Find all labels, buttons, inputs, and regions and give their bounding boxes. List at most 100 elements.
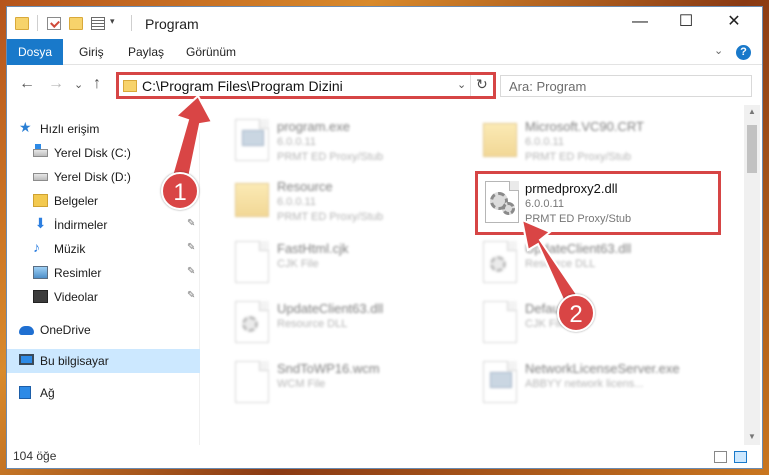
exe-icon: [235, 119, 269, 161]
cloud-icon: [19, 326, 34, 335]
sidebar-item-network[interactable]: Ağ: [7, 381, 200, 405]
computer-icon: [19, 354, 34, 365]
video-icon: [33, 290, 48, 303]
file-name: UpdateClient63.dll: [525, 241, 632, 256]
tab-file[interactable]: Dosya: [7, 39, 63, 65]
pictures-icon: [33, 266, 48, 279]
back-button[interactable]: ←: [19, 75, 35, 93]
sidebar-item-local-disk-c[interactable]: Yerel Disk (C:): [7, 141, 200, 165]
address-bar[interactable]: C:\Program Files\Program Dizini ⌄ ↻: [116, 72, 496, 99]
file-item[interactable]: Default.cjk CJK File: [477, 293, 727, 351]
file-version: Resource DLL: [277, 318, 348, 330]
address-dropdown-icon[interactable]: ⌄: [457, 78, 466, 91]
pin-icon[interactable]: ✎: [187, 290, 195, 301]
folder-icon: [15, 17, 29, 30]
file-item[interactable]: UpdateClient63.dll Resource DLL: [477, 233, 727, 291]
sidebar-item-videos[interactable]: Videolar ✎: [7, 285, 200, 309]
file-version: 6.0.0.11: [525, 136, 564, 148]
toolbar-divider: [131, 15, 132, 31]
sidebar-item-label: Yerel Disk (D:): [54, 170, 131, 184]
file-item-target-dll[interactable]: prmedproxy2.dll 6.0.0.11 PRMT ED Proxy/S…: [475, 171, 721, 235]
folder-icon: [483, 123, 517, 157]
scroll-up-icon[interactable]: ▲: [748, 107, 756, 116]
exe-icon: [483, 361, 517, 403]
ribbon-collapse-icon[interactable]: ⌄: [714, 44, 723, 57]
file-version: WCM File: [277, 378, 326, 390]
ribbon-tabs: Dosya Giriş Paylaş Görünüm ⌄ ?: [7, 39, 762, 65]
sidebar-item-quick-access[interactable]: ★ Hızlı erişim: [7, 117, 200, 141]
file-icon: [235, 241, 269, 283]
file-item[interactable]: NetworkLicenseServer.exe ABBYY network l…: [477, 353, 727, 411]
file-explorer-window: ▾ Program — ☐ ✕ Dosya Giriş Paylaş Görün…: [6, 6, 763, 469]
forward-button[interactable]: →: [48, 75, 64, 93]
file-description: PRMT ED Proxy/Stub: [277, 151, 384, 163]
details-view-icon[interactable]: [714, 451, 727, 463]
sidebar-item-this-pc[interactable]: Bu bilgisayar: [7, 349, 200, 373]
sidebar-item-label: Müzik: [54, 242, 86, 256]
status-bar: 104 öğe: [7, 445, 762, 468]
window-title: Program: [145, 16, 199, 32]
navigation-bar: ← → ⌄ ↑ C:\Program Files\Program Dizini …: [7, 65, 762, 105]
tab-view[interactable]: Görünüm: [186, 39, 236, 65]
view-options-icon[interactable]: [91, 17, 105, 30]
pin-icon[interactable]: ✎: [187, 266, 195, 277]
file-description: PRMT ED Proxy/Stub: [277, 211, 384, 223]
file-version: 6.0.0.11: [277, 136, 316, 148]
file-icon: [483, 301, 517, 343]
file-item[interactable]: Resource 6.0.0.11 PRMT ED Proxy/Stub: [229, 171, 479, 229]
file-item[interactable]: SndToWP16.wcm WCM File: [229, 353, 479, 411]
tab-share[interactable]: Paylaş: [128, 39, 164, 65]
file-version: 6.0.0.11: [277, 196, 316, 208]
vertical-scrollbar[interactable]: ▲ ▼: [744, 105, 760, 445]
tab-home[interactable]: Giriş: [79, 39, 104, 65]
file-name: Microsoft.VC90.CRT: [525, 119, 644, 134]
help-icon[interactable]: ?: [736, 45, 751, 60]
file-version: ABBYY network licens...: [525, 378, 644, 390]
file-item[interactable]: program.exe 6.0.0.11 PRMT ED Proxy/Stub: [229, 111, 479, 169]
refresh-icon[interactable]: ↻: [476, 76, 488, 93]
file-item[interactable]: UpdateClient63.dll Resource DLL: [229, 293, 479, 351]
search-input[interactable]: Ara: Program: [500, 75, 752, 97]
minimize-button[interactable]: —: [617, 7, 663, 39]
sidebar-item-pictures[interactable]: Resimler ✎: [7, 261, 200, 285]
sidebar-item-downloads[interactable]: ⬇ İndirmeler ✎: [7, 213, 200, 237]
file-name: NetworkLicenseServer.exe: [525, 361, 680, 376]
file-name: program.exe: [277, 119, 350, 134]
file-description: PRMT ED Proxy/Stub: [525, 151, 632, 163]
scroll-thumb[interactable]: [747, 125, 757, 173]
drive-icon: [33, 173, 48, 181]
quick-access-dropdown-icon[interactable]: ▾: [110, 16, 115, 27]
pin-icon[interactable]: ✎: [187, 242, 195, 253]
tiles-view-icon[interactable]: [734, 451, 747, 463]
file-name: FastHtml.cjk: [277, 241, 349, 256]
file-name: SndToWP16.wcm: [277, 361, 380, 376]
properties-icon[interactable]: [47, 17, 61, 30]
address-divider: [470, 75, 471, 96]
file-item[interactable]: Microsoft.VC90.CRT 6.0.0.11 PRMT ED Prox…: [477, 111, 727, 169]
file-name: prmedproxy2.dll: [525, 181, 618, 196]
scroll-down-icon[interactable]: ▼: [748, 432, 756, 441]
up-button[interactable]: ↑: [93, 75, 101, 93]
pin-icon[interactable]: ✎: [187, 218, 195, 229]
file-name: UpdateClient63.dll: [277, 301, 384, 316]
sidebar-item-music[interactable]: ♪ Müzik ✎: [7, 237, 200, 261]
sidebar-item-onedrive[interactable]: OneDrive: [7, 318, 200, 342]
sidebar-item-label: İndirmeler: [54, 218, 108, 232]
dll-icon: [483, 241, 517, 283]
maximize-button[interactable]: ☐: [663, 7, 709, 39]
file-list: program.exe 6.0.0.11 PRMT ED Proxy/Stub …: [201, 105, 744, 445]
drive-icon: [33, 144, 48, 157]
step-marker-1: 1: [161, 172, 199, 210]
address-path[interactable]: C:\Program Files\Program Dizini: [142, 78, 343, 94]
sidebar-item-label: OneDrive: [40, 323, 91, 337]
file-item[interactable]: FastHtml.cjk CJK File: [229, 233, 479, 291]
new-folder-icon[interactable]: [69, 17, 83, 30]
file-name: Resource: [277, 179, 333, 194]
sidebar-item-label: Videolar: [54, 290, 98, 304]
item-count: 104 öğe: [13, 449, 57, 463]
folder-icon: [33, 194, 48, 207]
recent-locations-icon[interactable]: ⌄: [74, 78, 83, 91]
file-version: Resource DLL: [525, 258, 596, 270]
title-bar: ▾ Program — ☐ ✕: [7, 7, 762, 39]
close-button[interactable]: ✕: [711, 7, 757, 39]
